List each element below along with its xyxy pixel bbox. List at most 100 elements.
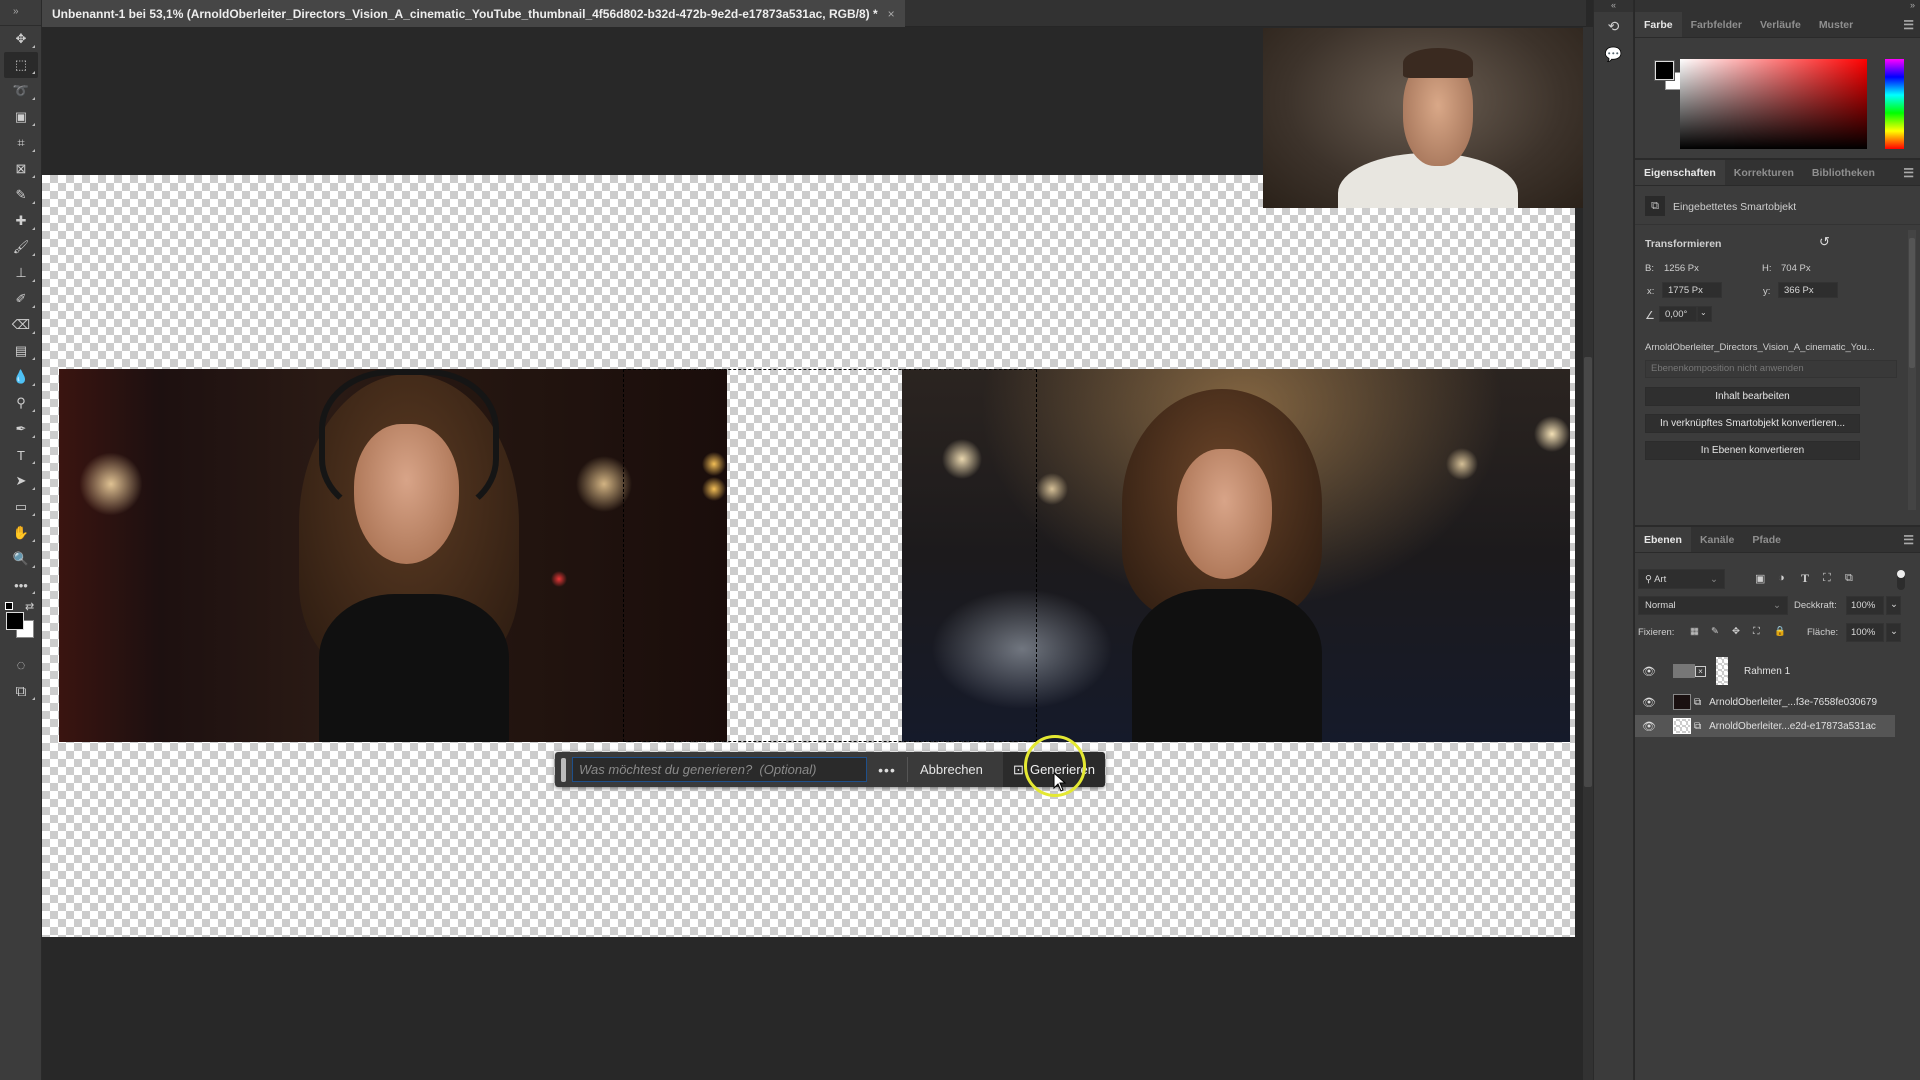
more-options-button[interactable]: •••: [867, 762, 907, 778]
smart-object-icon: ⧉: [1645, 196, 1665, 216]
layer-row[interactable]: 👁 ⧉ ArnoldOberleiter_...f3e-7658fe030679: [1635, 691, 1920, 713]
height-value[interactable]: 704 Px: [1781, 263, 1811, 274]
frame-icon: ×: [1695, 665, 1706, 677]
layer-row-selected[interactable]: 👁 ⧉ ArnoldOberleiter...e2d-e17873a531ac: [1635, 715, 1895, 737]
opacity-field[interactable]: 100%: [1846, 596, 1884, 615]
reset-transform-icon[interactable]: ↺: [1819, 234, 1830, 250]
lock-image-icon[interactable]: ✎: [1711, 626, 1719, 637]
tab-pfade[interactable]: Pfade: [1743, 527, 1790, 552]
pen-tool[interactable]: ✒: [4, 416, 38, 442]
eyedropper-tool[interactable]: ✎: [4, 182, 38, 208]
eraser-icon: ⌫: [11, 317, 31, 332]
toolbar-collapse-button[interactable]: »: [0, 0, 41, 26]
default-colors-icon[interactable]: [5, 602, 13, 610]
tab-ebenen[interactable]: Ebenen: [1635, 527, 1691, 552]
history-icon[interactable]: ⟲: [1594, 12, 1633, 40]
eraser-tool[interactable]: ⌫: [4, 312, 38, 338]
hue-slider[interactable]: [1885, 59, 1904, 149]
layer-comp-dropdown[interactable]: Ebenenkomposition nicht anwenden: [1645, 360, 1897, 378]
move-tool[interactable]: ✥: [4, 26, 38, 52]
document-tab[interactable]: Unbenannt-1 bei 53,1% (ArnoldOberleiter_…: [42, 0, 905, 27]
visibility-eye-icon[interactable]: 👁: [1635, 720, 1663, 733]
tab-kanaele[interactable]: Kanäle: [1691, 527, 1743, 552]
screen-mode-button[interactable]: ⧉: [4, 678, 38, 704]
quick-mask-button[interactable]: ◌: [4, 652, 38, 678]
filter-toggle[interactable]: [1897, 570, 1905, 590]
history-brush-tool[interactable]: ✐: [4, 286, 38, 312]
layer-name[interactable]: ArnoldOberleiter_...f3e-7658fe030679: [1709, 697, 1877, 708]
gradient-tool[interactable]: ▤: [4, 338, 38, 364]
rectangular-marquee-tool[interactable]: ⬚: [4, 52, 38, 78]
layer-row[interactable]: 👁 × Rahmen 1: [1635, 655, 1920, 687]
brush-tool[interactable]: 🖌: [4, 234, 38, 260]
panels-expand-button[interactable]: »: [1635, 0, 1920, 12]
visibility-eye-icon[interactable]: 👁: [1635, 665, 1663, 678]
tab-eigenschaften[interactable]: Eigenschaften: [1635, 160, 1725, 185]
smart-object-badge-icon: ⧉: [1694, 696, 1702, 708]
panel-menu-icon[interactable]: ☰: [1903, 166, 1914, 180]
properties-scrollbar[interactable]: [1908, 230, 1916, 510]
y-position-field[interactable]: 366 Px: [1778, 282, 1838, 298]
path-selection-tool[interactable]: ➤: [4, 468, 38, 494]
crop-tool[interactable]: ⌗: [4, 130, 38, 156]
tab-korrekturen[interactable]: Korrekturen: [1725, 160, 1803, 185]
close-tab-icon[interactable]: ×: [888, 7, 895, 21]
foreground-color-swatch[interactable]: [6, 612, 24, 630]
convert-to-linked-button[interactable]: In verknüpftes Smartobjekt konvertieren.…: [1645, 414, 1860, 433]
type-tool[interactable]: T: [4, 442, 38, 468]
smart-object-filter-icon[interactable]: ⧉: [1845, 572, 1853, 585]
lock-transparency-icon[interactable]: ▦: [1690, 626, 1699, 637]
tab-farbe[interactable]: Farbe: [1635, 12, 1682, 37]
lasso-tool[interactable]: ➰: [4, 78, 38, 104]
frame-tool[interactable]: ⊠: [4, 156, 38, 182]
rectangle-tool[interactable]: ▭: [4, 494, 38, 520]
angle-dropdown[interactable]: ⌄: [1697, 306, 1712, 322]
color-foreground-swatch[interactable]: [1654, 60, 1675, 81]
layer-filter-dropdown[interactable]: ⚲ Art ⌄: [1638, 569, 1725, 589]
spot-healing-brush-tool[interactable]: ✚: [4, 208, 38, 234]
layer-name[interactable]: ArnoldOberleiter...e2d-e17873a531ac: [1709, 721, 1876, 732]
panel-menu-icon[interactable]: ☰: [1903, 533, 1914, 547]
swap-colors-icon[interactable]: ⇄: [25, 600, 34, 613]
tab-verlaeufe[interactable]: Verläufe: [1751, 12, 1810, 37]
blur-tool[interactable]: 💧: [4, 364, 38, 390]
edit-toolbar[interactable]: •••: [4, 572, 38, 598]
scrollbar-thumb[interactable]: [1584, 357, 1592, 787]
lock-position-icon[interactable]: ✥: [1732, 626, 1740, 637]
generative-prompt-input[interactable]: [572, 757, 867, 782]
tab-farbfelder[interactable]: Farbfelder: [1682, 12, 1751, 37]
x-position-field[interactable]: 1775 Px: [1662, 282, 1722, 298]
tab-bibliotheken[interactable]: Bibliotheken: [1803, 160, 1884, 185]
layer-name[interactable]: Rahmen 1: [1744, 666, 1790, 677]
panel-menu-icon[interactable]: ☰: [1903, 18, 1914, 32]
clone-stamp-tool[interactable]: ⊥: [4, 260, 38, 286]
tab-muster[interactable]: Muster: [1810, 12, 1862, 37]
dodge-tool[interactable]: ⚲: [4, 390, 38, 416]
lock-all-icon[interactable]: 🔒: [1774, 626, 1786, 637]
opacity-dropdown[interactable]: ⌄: [1886, 596, 1901, 615]
fill-dropdown[interactable]: ⌄: [1886, 623, 1901, 642]
comments-icon[interactable]: 💬: [1594, 40, 1633, 68]
strip-collapse-button[interactable]: «: [1594, 0, 1633, 12]
shape-filter-icon[interactable]: ⛶: [1823, 572, 1831, 585]
edit-contents-button[interactable]: Inhalt bearbeiten: [1645, 387, 1860, 406]
adjustment-filter-icon[interactable]: ◑: [1778, 572, 1785, 584]
canvas-vertical-scrollbar[interactable]: [1583, 27, 1593, 1080]
lock-artboard-icon[interactable]: ⛶: [1753, 626, 1760, 637]
selection-marquee[interactable]: [623, 369, 1037, 742]
object-selection-tool[interactable]: ▣: [4, 104, 38, 130]
visibility-eye-icon[interactable]: 👁: [1635, 696, 1663, 709]
width-value[interactable]: 1256 Px: [1664, 263, 1699, 274]
type-filter-icon[interactable]: T: [1801, 571, 1809, 586]
zoom-tool[interactable]: 🔍: [4, 546, 38, 572]
color-field[interactable]: [1680, 59, 1867, 149]
pixel-filter-icon[interactable]: ▣: [1755, 572, 1765, 585]
task-bar-drag-handle[interactable]: [561, 757, 566, 782]
angle-field[interactable]: 0,00°: [1659, 306, 1697, 322]
blend-mode-dropdown[interactable]: Normal ⌄: [1638, 596, 1788, 615]
cancel-button[interactable]: Abbrechen: [908, 752, 995, 787]
fill-field[interactable]: 100%: [1846, 623, 1884, 642]
convert-to-layers-button[interactable]: In Ebenen konvertieren: [1645, 441, 1860, 460]
webcam-overlay: [1263, 28, 1585, 208]
hand-tool[interactable]: ✋: [4, 520, 38, 546]
